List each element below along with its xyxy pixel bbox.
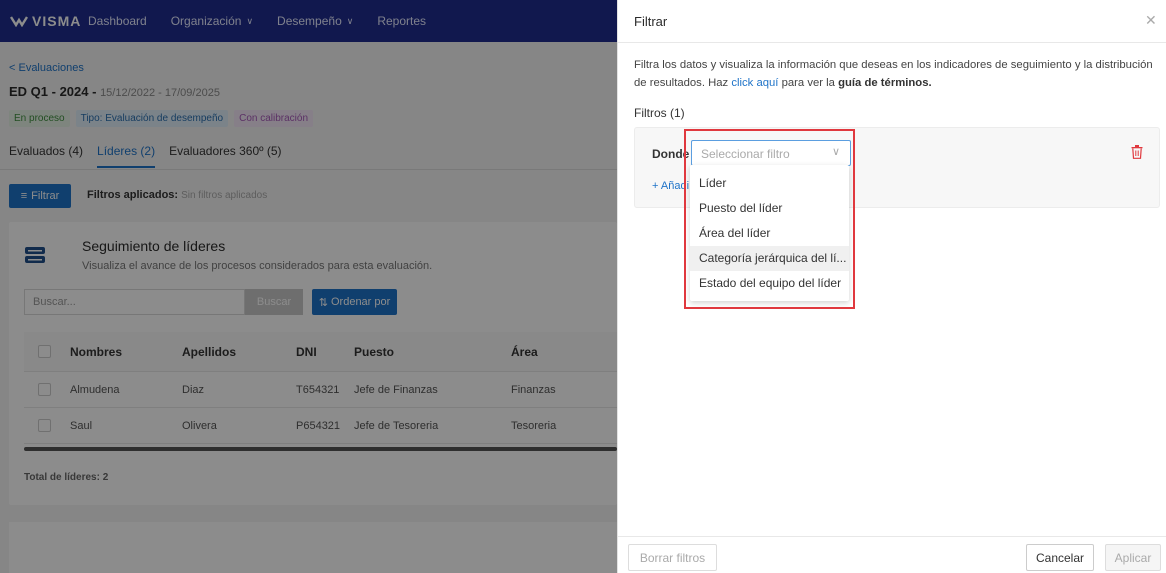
apply-button[interactable]: Aplicar [1105, 544, 1161, 571]
option-categoria-jerarquica[interactable]: Categoría jerárquica del lí... [690, 246, 849, 271]
close-icon[interactable]: ✕ [1145, 12, 1157, 29]
terms-guide-label: guía de términos. [838, 77, 932, 89]
option-lider[interactable]: Líder [690, 171, 849, 196]
option-estado-del-equipo[interactable]: Estado del equipo del líder [690, 271, 849, 296]
drawer-title: Filtrar [634, 14, 668, 29]
add-filter-link[interactable]: + Añadi [652, 180, 689, 192]
filter-options-dropdown: Líder Puesto del líder Área del líder Ca… [690, 165, 849, 301]
drawer-description: Filtra los datos y visualiza la informac… [634, 56, 1162, 92]
description-text: para ver la [778, 77, 839, 89]
clear-filters-button[interactable]: Borrar filtros [628, 544, 717, 571]
terms-guide-link[interactable]: click aquí [731, 77, 778, 89]
drawer-footer-divider [618, 536, 1166, 537]
trash-icon[interactable] [1131, 145, 1143, 159]
filter-select[interactable]: Seleccionar filtro ∨ [691, 140, 851, 166]
option-area-del-lider[interactable]: Área del líder [690, 221, 849, 246]
filter-select-placeholder: Seleccionar filtro [701, 147, 790, 161]
drawer-header-divider [618, 42, 1166, 43]
filters-count: Filtros (1) [634, 106, 685, 120]
main-app: VISMA Dashboard Organización ∨ Desempeño ∨… [0, 0, 617, 573]
chevron-down-icon: ∨ [831, 146, 840, 158]
where-label: Donde [652, 147, 690, 161]
cancel-button[interactable]: Cancelar [1026, 544, 1094, 571]
option-puesto-del-lider[interactable]: Puesto del líder [690, 196, 849, 221]
modal-overlay[interactable] [0, 0, 617, 573]
